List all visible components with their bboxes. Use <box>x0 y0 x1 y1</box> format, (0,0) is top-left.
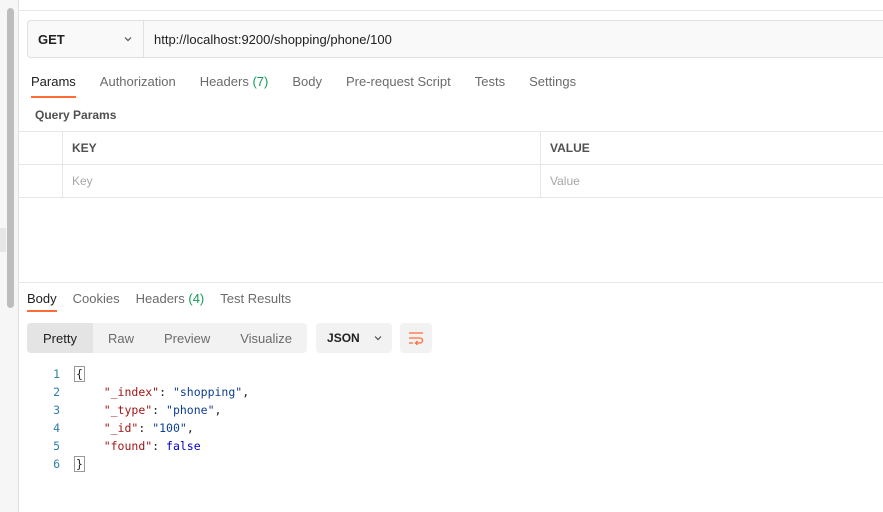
code-brace: } <box>74 456 85 472</box>
json-key: "_type" <box>103 403 153 417</box>
tab-authorization[interactable]: Authorization <box>100 74 176 98</box>
line-number: 5 <box>53 439 60 453</box>
view-raw-button[interactable]: Raw <box>93 323 149 353</box>
line-number: 1 <box>53 367 60 381</box>
wrap-lines-button[interactable] <box>400 323 433 353</box>
code-line: 3 "_type": "phone", <box>27 401 249 419</box>
response-headers-count: (4) <box>188 291 205 306</box>
method-select[interactable]: GET <box>28 21 144 57</box>
tab-response-body[interactable]: Body <box>27 291 57 312</box>
top-divider <box>18 10 883 11</box>
code-line: 1 { <box>27 365 249 383</box>
query-params-title: Query Params <box>35 108 117 122</box>
code-line: 4 "_id": "100", <box>27 419 249 437</box>
line-number: 4 <box>53 421 60 435</box>
method-label: GET <box>38 31 65 47</box>
tab-test-results[interactable]: Test Results <box>220 291 291 312</box>
line-number: 3 <box>53 403 60 417</box>
json-key: "found" <box>103 439 153 453</box>
tab-settings[interactable]: Settings <box>529 74 576 98</box>
json-value: false <box>166 439 201 453</box>
json-value: "phone" <box>166 403 215 417</box>
code-line: 5 "found": false <box>27 437 249 455</box>
response-tabs: Body Cookies Headers (4) Test Results <box>27 291 307 312</box>
tab-headers[interactable]: Headers (7) <box>200 74 269 98</box>
json-key: "_id" <box>103 421 139 435</box>
format-select[interactable]: JSON <box>316 323 393 353</box>
line-number: 6 <box>53 457 60 471</box>
sidebar-collapse-handle[interactable] <box>0 228 6 252</box>
format-label: JSON <box>327 331 360 345</box>
table-header-row: KEY VALUE <box>18 132 883 165</box>
view-preview-button[interactable]: Preview <box>149 323 225 353</box>
query-params-table: KEY VALUE Key Value <box>18 131 883 198</box>
json-value: "shopping" <box>172 385 243 399</box>
view-visualize-button[interactable]: Visualize <box>225 323 307 353</box>
key-column-header: KEY <box>72 141 97 155</box>
tab-cookies[interactable]: Cookies <box>73 291 120 312</box>
row-checkbox-cell <box>18 165 63 197</box>
scrollbar-thumb[interactable] <box>7 8 14 308</box>
wrap-lines-icon <box>409 332 424 345</box>
json-key: "_index" <box>103 385 160 399</box>
tab-tests[interactable]: Tests <box>475 74 505 98</box>
value-input[interactable]: Value <box>541 165 883 197</box>
chevron-down-icon <box>124 37 132 42</box>
request-url-bar: GET http://localhost:9200/shopping/phone… <box>27 20 883 58</box>
response-toolbar: Pretty Raw Preview Visualize JSON <box>27 323 433 353</box>
checkbox-column <box>18 132 63 164</box>
response-body-code: 1 { 2 "_index": "shopping", 3 "_type": "… <box>27 365 249 473</box>
tab-response-headers[interactable]: Headers (4) <box>136 291 205 312</box>
view-mode-group: Pretty Raw Preview Visualize <box>27 323 308 353</box>
code-line: 6 } <box>27 455 249 473</box>
sidebar-scroll-strip <box>0 0 19 512</box>
tab-pre-request-script[interactable]: Pre-request Script <box>346 74 451 98</box>
code-line: 2 "_index": "shopping", <box>27 383 249 401</box>
chevron-down-icon <box>374 336 382 341</box>
line-number: 2 <box>53 385 60 399</box>
json-value: "100" <box>152 421 187 435</box>
key-input[interactable]: Key <box>63 165 541 197</box>
value-column-header: VALUE <box>550 141 590 155</box>
tab-body[interactable]: Body <box>292 74 322 98</box>
headers-count: (7) <box>252 74 269 89</box>
request-tabs: Params Authorization Headers (7) Body Pr… <box>31 74 600 98</box>
tab-params[interactable]: Params <box>31 74 76 98</box>
url-input[interactable]: http://localhost:9200/shopping/phone/100 <box>144 32 392 47</box>
response-divider[interactable] <box>18 282 883 283</box>
view-pretty-button[interactable]: Pretty <box>27 323 93 353</box>
table-row: Key Value <box>18 165 883 198</box>
code-brace: { <box>74 366 85 382</box>
